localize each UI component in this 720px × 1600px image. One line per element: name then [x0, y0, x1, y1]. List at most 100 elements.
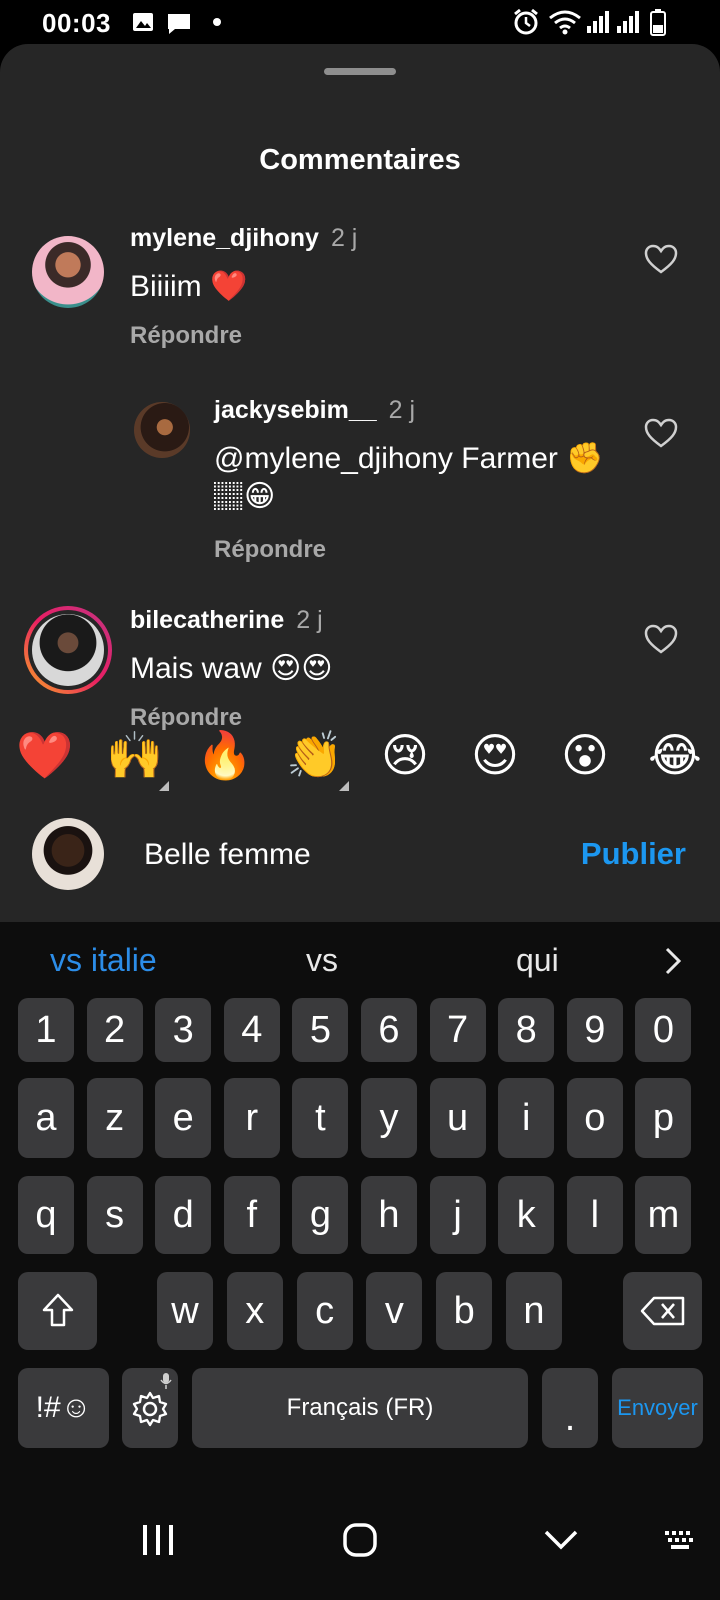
key-b[interactable]: b [436, 1272, 493, 1350]
heart-icon[interactable] [644, 624, 678, 654]
send-key[interactable]: Envoyer [612, 1368, 703, 1448]
drag-handle[interactable] [324, 68, 396, 75]
emoji-raised-hands-button[interactable]: 🙌 [105, 725, 169, 791]
space-key[interactable]: Français (FR) [192, 1368, 528, 1448]
message-icon [168, 14, 190, 34]
publish-button[interactable]: Publier [581, 836, 686, 872]
dot-icon [213, 18, 221, 26]
key-j[interactable]: j [429, 1176, 486, 1254]
avatar[interactable] [24, 606, 112, 694]
emoji-clap-button[interactable]: 👏 [285, 725, 349, 791]
shift-icon [42, 1293, 73, 1327]
key-6[interactable]: 6 [361, 998, 417, 1062]
navigation-bar [0, 1482, 720, 1600]
status-bar: 00:03 [0, 0, 720, 44]
reply-button[interactable]: Répondre [214, 536, 326, 564]
emoji-heart-eyes-button[interactable]: 😍 [465, 725, 525, 785]
symbols-key[interactable]: !#☺ [18, 1368, 109, 1448]
suggestion-item[interactable]: vs italie [50, 942, 157, 979]
comment-time: 2 j [388, 396, 416, 424]
comment-text: @mylene_djihony Farmer ✊ 🏽😁 [214, 442, 604, 513]
key-7[interactable]: 7 [429, 998, 486, 1062]
key-g[interactable]: g [292, 1176, 349, 1254]
key-d[interactable]: d [155, 1176, 212, 1254]
comment-input[interactable]: Belle femme [144, 838, 311, 872]
key-c[interactable]: c [296, 1272, 353, 1350]
keyboard: vs italie vs qui 1234567890 azertyuiop qsd… [0, 922, 720, 1482]
status-time: 00:03 [42, 8, 111, 38]
reply-button[interactable]: Répondre [130, 322, 242, 350]
comments-sheet: Commentaires mylene_djihony 2 j Biiiim ❤️… [0, 44, 720, 922]
settings-key[interactable] [122, 1368, 178, 1448]
key-f[interactable]: f [223, 1176, 280, 1254]
key-q[interactable]: q [18, 1176, 74, 1254]
key-x[interactable]: x [226, 1272, 283, 1350]
key-2[interactable]: 2 [86, 998, 143, 1062]
signal-icon [617, 11, 639, 33]
avatar[interactable] [134, 402, 190, 458]
emoji-fire-button[interactable]: 🔥 [195, 725, 255, 785]
heart-icon[interactable] [644, 244, 678, 274]
wifi-icon [549, 10, 581, 35]
key-k[interactable]: k [498, 1176, 555, 1254]
key-e[interactable]: e [155, 1078, 212, 1158]
comments-list[interactable]: mylene_djihony 2 j Biiiim ❤️ Répondre jac… [0, 214, 720, 749]
period-key[interactable]: . [542, 1368, 598, 1448]
gear-icon [132, 1391, 168, 1427]
sheet-title: Commentaires [259, 144, 461, 176]
key-r[interactable]: r [223, 1078, 280, 1158]
home-icon[interactable] [342, 1522, 378, 1558]
avatar[interactable] [32, 236, 104, 308]
variant-indicator [159, 781, 169, 791]
comment-time: 2 j [330, 224, 358, 252]
backspace-key[interactable] [623, 1272, 702, 1350]
emoji-heart-button[interactable]: ❤️ [15, 725, 75, 785]
key-y[interactable]: y [361, 1078, 417, 1158]
key-w[interactable]: w [157, 1272, 213, 1350]
battery-icon [650, 9, 666, 36]
key-0[interactable]: 0 [635, 998, 692, 1062]
key-t[interactable]: t [292, 1078, 349, 1158]
avatar [32, 818, 104, 890]
key-s[interactable]: s [86, 1176, 143, 1254]
suggestion-item[interactable]: qui [516, 942, 559, 979]
key-z[interactable]: z [86, 1078, 143, 1158]
key-o[interactable]: o [566, 1078, 623, 1158]
key-a[interactable]: a [18, 1078, 74, 1158]
key-8[interactable]: 8 [498, 998, 555, 1062]
emoji-surprised-button[interactable]: 😮 [555, 725, 615, 785]
key-3[interactable]: 3 [155, 998, 212, 1062]
alarm-icon [514, 8, 538, 35]
key-p[interactable]: p [635, 1078, 692, 1158]
chevron-right-icon[interactable] [664, 946, 682, 976]
suggestion-item[interactable]: vs [306, 942, 338, 979]
key-1[interactable]: 1 [18, 998, 74, 1062]
comment-username[interactable]: mylene_djihony 2 j [130, 224, 357, 253]
chevron-down-icon[interactable] [543, 1528, 579, 1552]
key-9[interactable]: 9 [566, 998, 623, 1062]
emoji-crying-button[interactable]: 😢 [375, 725, 435, 785]
key-m[interactable]: m [635, 1176, 692, 1254]
emoji-quick-bar: ❤️ 🙌 🔥 👏 😢 😍 😮 😂 [0, 725, 720, 795]
key-i[interactable]: i [498, 1078, 555, 1158]
key-l[interactable]: l [566, 1176, 623, 1254]
key-u[interactable]: u [429, 1078, 486, 1158]
key-n[interactable]: n [506, 1272, 562, 1350]
gallery-icon [133, 13, 153, 31]
comment-text: Mais waw 😍😍 [130, 652, 333, 685]
comment-username[interactable]: jackysebim__ 2 j [214, 396, 415, 425]
backspace-icon [640, 1296, 684, 1326]
comment-username[interactable]: bilecatherine 2 j [130, 606, 323, 635]
emoji-laughing-button[interactable]: 😂 [645, 725, 705, 785]
shift-key[interactable] [18, 1272, 97, 1350]
recent-apps-icon[interactable] [140, 1522, 176, 1558]
key-v[interactable]: v [366, 1272, 423, 1350]
key-h[interactable]: h [361, 1176, 417, 1254]
signal-icon [587, 11, 609, 33]
keyboard-icon[interactable] [664, 1530, 696, 1552]
variant-indicator [339, 781, 349, 791]
key-4[interactable]: 4 [223, 998, 280, 1062]
comment-time: 2 j [296, 606, 323, 634]
key-5[interactable]: 5 [292, 998, 349, 1062]
heart-icon[interactable] [644, 418, 678, 448]
